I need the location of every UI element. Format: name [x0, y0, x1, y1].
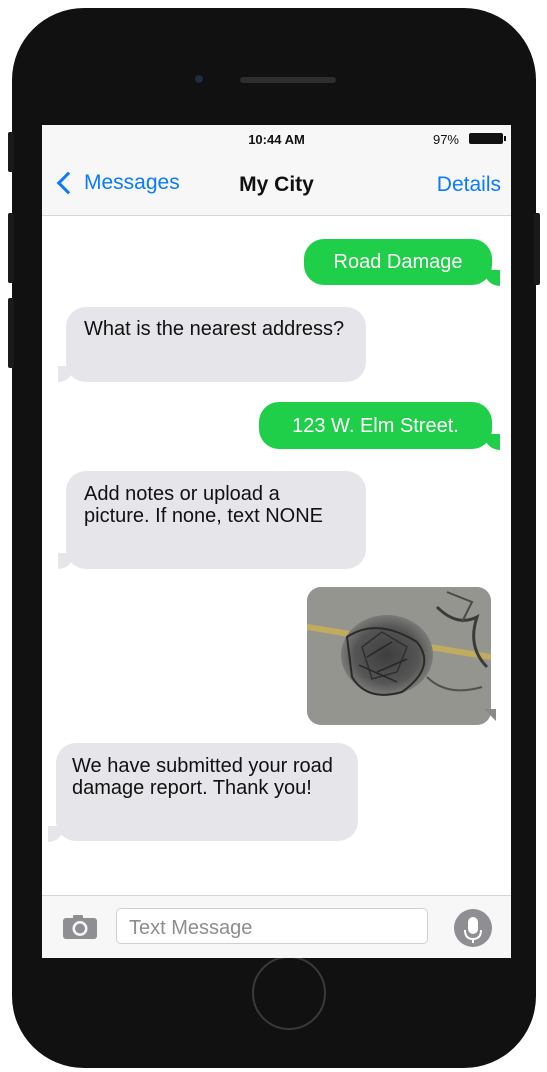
power-button	[534, 213, 540, 285]
microphone-icon[interactable]	[454, 909, 492, 947]
chevron-left-icon	[56, 171, 80, 195]
mute-switch	[8, 132, 14, 172]
message-bubble-received[interactable]: What is the nearest address?	[66, 307, 366, 382]
pothole-image	[307, 587, 491, 725]
front-camera	[195, 75, 203, 83]
back-button[interactable]: Messages	[56, 171, 180, 195]
back-label: Messages	[84, 171, 180, 194]
volume-up-button	[8, 213, 14, 283]
bubble-tail	[484, 434, 500, 450]
battery-icon	[469, 133, 506, 144]
bubble-tail	[484, 270, 500, 286]
status-bar: 10:44 AM 97%	[42, 125, 511, 153]
camera-icon[interactable]	[62, 914, 98, 940]
earpiece-speaker	[240, 77, 336, 83]
message-bubble-received[interactable]: Add notes or upload a picture. If none, …	[66, 471, 366, 569]
message-bubble-sent[interactable]: Road Damage	[304, 239, 492, 285]
messages-screen: 10:44 AM 97% Messages My City Details Ro…	[42, 125, 511, 958]
message-bubble-received[interactable]: We have submitted your road damage repor…	[56, 743, 358, 841]
battery-percent: 97%	[432, 132, 459, 147]
road-damage-photo[interactable]	[307, 587, 491, 725]
composer-bar: Text Message	[42, 895, 511, 958]
details-button[interactable]: Details	[437, 173, 501, 197]
volume-down-button	[8, 298, 14, 368]
home-button[interactable]	[252, 956, 326, 1030]
message-input[interactable]: Text Message	[116, 908, 428, 944]
navigation-bar: Messages My City Details	[42, 153, 511, 216]
bubble-tail	[484, 709, 496, 721]
message-bubble-sent[interactable]: 123 W. Elm Street.	[259, 402, 492, 449]
